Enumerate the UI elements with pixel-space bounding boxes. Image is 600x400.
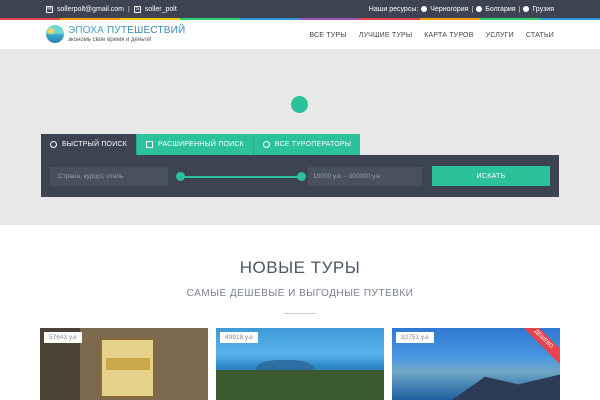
email-link[interactable]: sollerpolt@gmail.com [57,6,124,13]
price-range-field[interactable]: 10000 у.е. - 300000 у.е. [308,167,422,186]
email-icon: ✉ [46,5,53,13]
skype-link[interactable]: soller_polt [145,6,177,13]
nav-services[interactable]: УСЛУГИ [486,32,514,39]
search-icon [50,141,57,148]
card-image [216,370,384,400]
price-slider-track[interactable] [180,176,302,178]
tab-quick-search[interactable]: БЫСТРЫЙ ПОИСК [41,134,136,155]
divider [284,313,316,314]
loading-dot [291,96,308,113]
nav-tour-map[interactable]: КАРТА ТУРОВ [424,32,473,39]
hero: БЫСТРЫЙ ПОИСК РАСШИРЕННЫЙ ПОИСК ВСЕ ТУРО… [0,50,600,225]
logo-title: ЭПОХА ПУТЕШЕСТВИЙ [68,24,186,36]
price-badge: 32751 у.е [396,332,434,343]
tour-card[interactable]: 49918 у.е [216,328,384,400]
resources-label: Наши ресурсы: [368,5,419,13]
nav-all-tours[interactable]: ВСЕ ТУРЫ [309,32,346,39]
divider: | [128,5,130,13]
cheap-ribbon: ДЕШЕВО [514,328,560,369]
resource-link-montenegro[interactable]: Черногория [430,6,468,13]
price-slider-max-handle[interactable] [297,172,306,181]
price-badge: 49918 у.е [220,332,258,343]
card-image [106,358,150,370]
card-image [452,374,560,400]
logo[interactable]: ЭПОХА ПУТЕШЕСТВИЙ экономь свое время и д… [46,25,185,43]
globe-icon [523,6,530,12]
search-input[interactable]: Страна, курорт, отель [50,167,168,186]
tour-card[interactable]: 32751 у.е ДЕШЕВО [392,328,560,400]
search-tabs: БЫСТРЫЙ ПОИСК РАСШИРЕННЫЙ ПОИСК ВСЕ ТУРО… [41,134,361,155]
section-title: НОВЫЕ ТУРЫ [239,258,361,277]
resource-link-bulgaria[interactable]: Болгария [485,6,515,13]
search-panel: Страна, курорт, отель 10000 у.е. - 30000… [41,155,559,197]
globe-icon [421,6,428,12]
header: ЭПОХА ПУТЕШЕСТВИЙ экономь свое время и д… [0,20,600,50]
nav-best-tours[interactable]: ЛУЧШИЕ ТУРЫ [359,32,413,39]
globe-icon [262,141,270,148]
main-nav: ВСЕ ТУРЫ ЛУЧШИЕ ТУРЫ КАРТА ТУРОВ УСЛУГИ … [309,20,554,50]
price-slider-min-handle[interactable] [176,172,185,181]
skype-icon: S [133,5,141,13]
section-subtitle: САМЫЕ ДЕШЕВЫЕ И ВЫГОДНЫЕ ПУТЕВКИ [186,288,414,299]
search-button[interactable]: ИСКАТЬ [432,166,550,186]
tour-card[interactable]: 57643 у.е [40,328,208,400]
tab-advanced-search[interactable]: РАСШИРЕННЫЙ ПОИСК [135,134,253,155]
top-bar: ✉ sollerpolt@gmail.com | S soller_polt Н… [0,0,600,18]
divider: | [518,5,521,13]
logo-icon [46,25,64,43]
logo-subtitle: экономь свое время и деньги! [68,36,152,43]
price-badge: 57643 у.е [44,332,82,343]
resource-link-georgia[interactable]: Грузия [532,6,554,13]
filters-icon [145,141,153,148]
tab-all-operators[interactable]: ВСЕ ТУРОПЕРАТОРЫ [252,134,361,155]
nav-articles[interactable]: СТАТЬИ [526,32,554,39]
globe-icon [476,6,483,12]
divider: | [471,5,474,13]
